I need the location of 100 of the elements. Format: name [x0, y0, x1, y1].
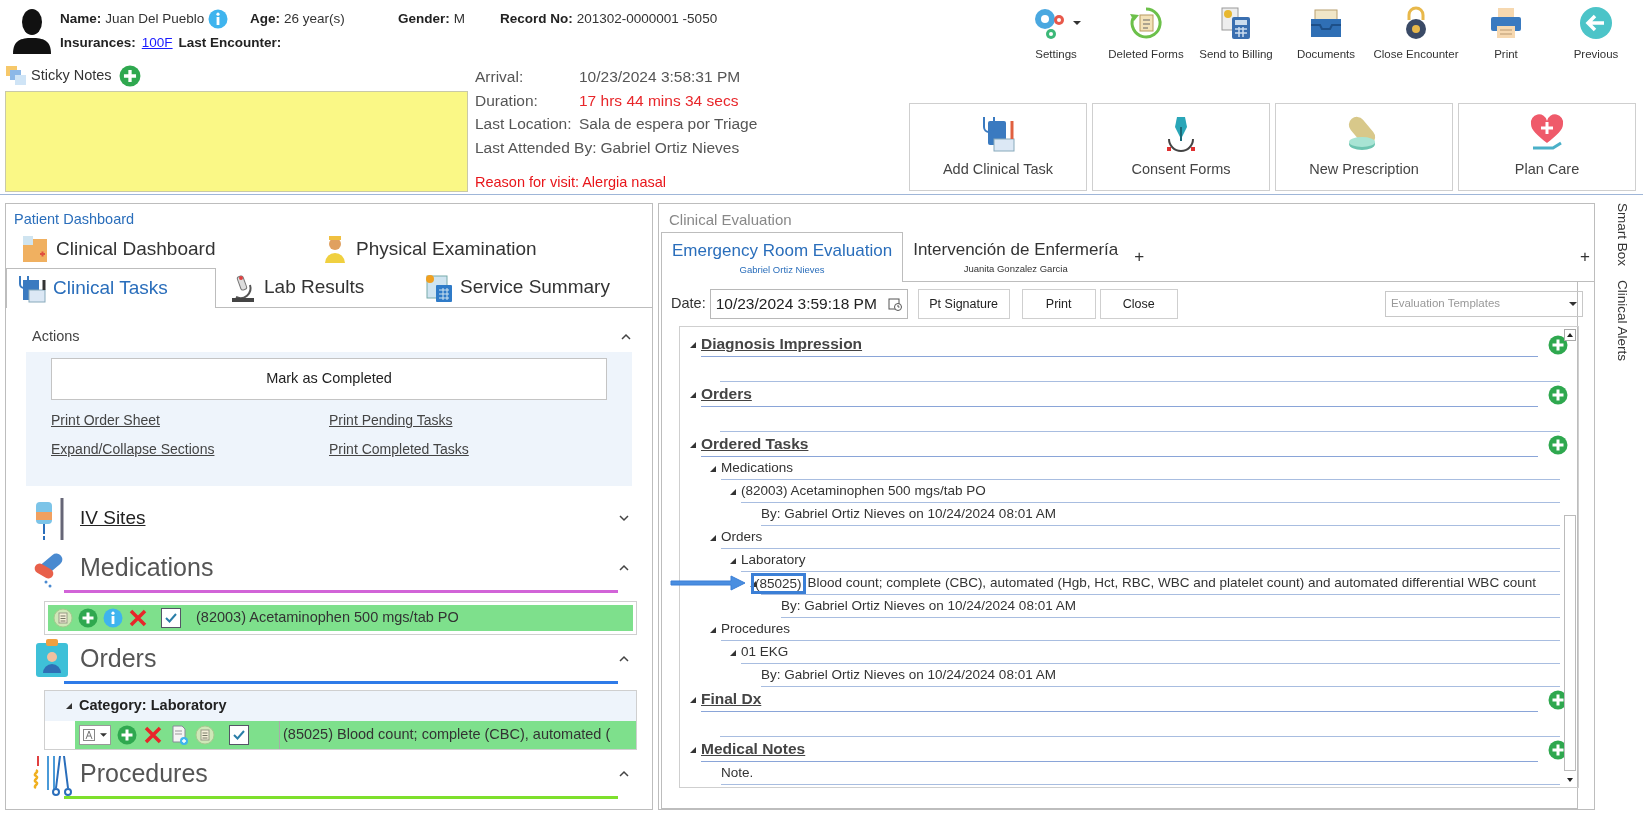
checkbox[interactable] — [229, 725, 249, 745]
field-label: Age: — [250, 9, 280, 28]
medication-row[interactable]: (82003) Acetaminophen 500 mgs/tab PO — [48, 605, 633, 631]
tab[interactable]: Service Summary — [402, 268, 652, 308]
section-heading: Medical Notes — [701, 739, 806, 760]
section-heading: Final Dx — [701, 689, 762, 710]
form-button[interactable]: Pt Signature — [917, 289, 1010, 319]
restore-document-icon — [1128, 5, 1164, 41]
action-button[interactable]: Plan Care — [1458, 103, 1636, 192]
form-button[interactable]: Print — [1021, 289, 1096, 319]
toolbar-button[interactable]: Documents — [1281, 5, 1371, 64]
add-button[interactable]: + — [1580, 248, 1590, 265]
scroll-up-icon — [1564, 329, 1576, 341]
section-label: Sticky Notes — [31, 66, 112, 86]
close-icon — [128, 608, 148, 628]
tree-item[interactable]: (82003) Acetaminophen 500 mgs/tab PO — [741, 480, 986, 502]
tree-item[interactable]: Note. — [721, 762, 754, 784]
tab[interactable]: Clinical Tasks — [6, 268, 216, 308]
section-label: Actions — [32, 327, 80, 347]
tab[interactable]: Intervención de Enfermería Juanita Gonzalez Garcia — [903, 232, 1129, 281]
side-tab[interactable]: Clinical Alerts — [1611, 280, 1632, 362]
tree-item[interactable]: Medications — [721, 457, 794, 479]
code-label: (85025) — [751, 572, 806, 594]
toolbar-button[interactable]: Print — [1461, 5, 1551, 64]
toolbar-button[interactable]: Close Encounter — [1371, 5, 1461, 64]
document-plus-icon — [169, 725, 189, 745]
scroll-thumb[interactable] — [1564, 515, 1576, 771]
form-button[interactable]: Close — [1099, 289, 1178, 319]
action-button[interactable]: Add Clinical Task — [909, 103, 1087, 192]
field-value: 10/23/2024 3:58:31 PM — [579, 67, 741, 88]
toolbar-button[interactable]: Send to Billing — [1191, 5, 1281, 64]
date-field[interactable]: 10/23/2024 3:59:18 PM — [709, 289, 908, 319]
section-heading: Orders — [701, 384, 752, 405]
field-label: Record No: — [500, 9, 573, 28]
action-link[interactable]: Print Pending Tasks — [329, 410, 453, 431]
tree-item[interactable]: Blood count; complete (CBC), automated (Hgb, Hct, RBC, WBC and platelet count) and automated differential WBC count — [807, 572, 1536, 594]
medication-text: (82003) Acetaminophen 500 mgs/tab PO — [196, 608, 459, 628]
field-value: 17 hrs 44 mins 34 secs — [579, 90, 739, 111]
field-label: Arrival: — [475, 67, 525, 88]
section-heading: Ordered Tasks — [701, 434, 809, 455]
section-title: Orders — [80, 643, 157, 675]
order-row[interactable]: (85025) Blood count; complete (CBC), automated ( — [75, 721, 636, 749]
field-value: 201302-0000001 -5050 — [576, 9, 718, 28]
plus-icon — [118, 65, 141, 88]
field-value: Juan Del Pueblo — [105, 9, 205, 28]
clipboard-box-icon — [20, 234, 50, 264]
section-title: Procedures — [80, 758, 208, 790]
order-text: (85025) Blood count; complete (CBC), automated ( — [279, 721, 611, 749]
tab[interactable]: Lab Results — [216, 268, 402, 308]
side-tab[interactable]: Smart Box — [1611, 203, 1632, 267]
field-label: Last Encounter: — [178, 33, 282, 52]
category-label: Category: Laboratory — [79, 696, 227, 716]
person-silhouette-icon — [12, 8, 52, 54]
tree-item[interactable]: By: Gabriel Ortiz Nieves on 10/24/2024 08:01 AM — [781, 595, 1076, 617]
tree-item[interactable]: Laboratory — [741, 549, 806, 571]
action-link[interactable]: Expand/Collapse Sections — [51, 439, 215, 460]
tab[interactable]: Clinical Dashboard — [6, 230, 312, 268]
panel-title: Patient Dashboard — [13, 210, 136, 229]
mark-completed-button[interactable]: Mark as Completed — [51, 358, 607, 400]
plus-icon — [1548, 434, 1568, 455]
section-heading: Diagnosis Impression — [701, 334, 863, 355]
note-icon — [53, 608, 73, 628]
add-button[interactable] — [118, 65, 141, 88]
close-icon — [143, 725, 163, 745]
insurance-link[interactable]: 100F — [141, 32, 173, 54]
tree-item[interactable]: 01 EKG — [741, 641, 789, 663]
tab[interactable]: Emergency Room Evaluation Gabriel Ortiz Nieves — [661, 232, 904, 282]
add-tab-button[interactable]: + — [1134, 248, 1145, 265]
field-value: 26 year(s) — [284, 9, 345, 28]
field-label: Last Attended By: — [475, 137, 598, 158]
sticky-note-field[interactable] — [5, 91, 468, 193]
action-button[interactable]: Consent Forms — [1092, 103, 1270, 192]
field-value: Sala de espera por Triage — [579, 114, 758, 135]
checkbox[interactable] — [161, 608, 181, 628]
toolbar-button[interactable]: Deleted Forms — [1101, 5, 1191, 64]
section-title: Medications — [80, 552, 214, 584]
action-button[interactable]: New Prescription — [1275, 103, 1453, 192]
format-dropdown[interactable] — [79, 725, 111, 745]
action-link[interactable]: Print Order Sheet — [51, 410, 160, 431]
plus-icon — [1548, 384, 1568, 405]
tree-item[interactable]: Orders — [721, 526, 763, 548]
info-icon — [103, 608, 123, 628]
caret-icon — [1569, 302, 1577, 306]
reason-text: Reason for visit: Alergia nasal — [475, 173, 667, 193]
plus-icon — [1548, 334, 1568, 355]
field-value: M — [453, 9, 465, 28]
calculator-icon — [424, 272, 454, 303]
field-label: Duration: — [475, 90, 539, 111]
action-link[interactable]: Print Completed Tasks — [329, 439, 469, 460]
plus-icon — [78, 608, 98, 628]
tab[interactable]: Physical Examination — [312, 230, 537, 268]
tree-item[interactable]: By: Gabriel Ortiz Nieves on 10/24/2024 08:01 AM — [761, 664, 1056, 686]
text-format-icon — [82, 729, 95, 741]
tree-item[interactable]: Procedures — [721, 618, 791, 640]
tree-item[interactable]: By: Gabriel Ortiz Nieves on 10/24/2024 08:01 AM — [761, 503, 1056, 525]
field-label: Gender: — [398, 9, 450, 28]
calendar-clock-icon — [887, 297, 902, 311]
toolbar-button[interactable]: Previous — [1551, 5, 1641, 64]
sticky-notes-icon — [5, 65, 27, 88]
toolbar-button[interactable]: Settings — [1011, 5, 1101, 64]
